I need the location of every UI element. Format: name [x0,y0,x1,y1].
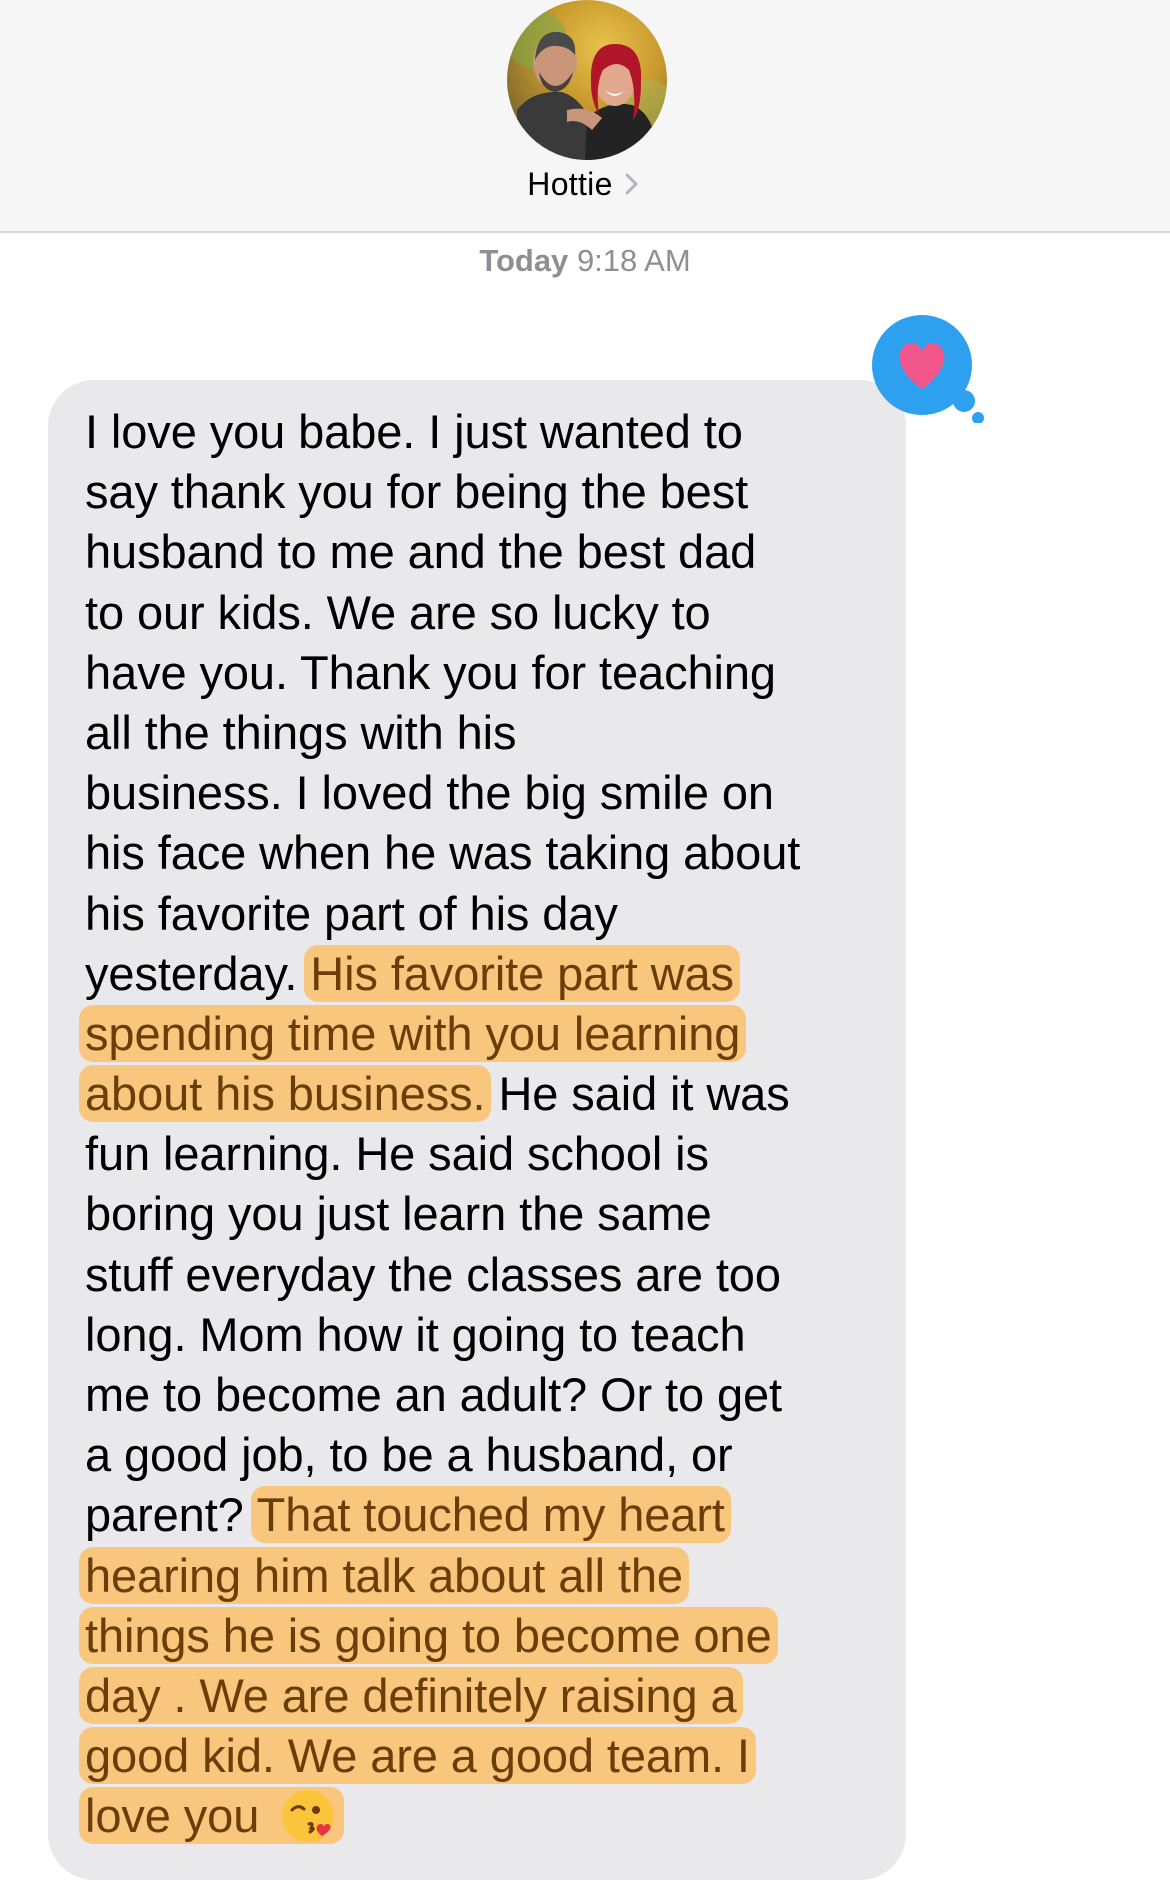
message-timestamp: Today 9:18 AM [0,243,1170,279]
heart-tapback-icon[interactable] [870,313,990,423]
message-line: long. Mom how it going to teach [85,1305,885,1365]
message-line: his favorite part of his day [85,884,885,944]
message-text-segment: boring you just learn the same [85,1187,712,1241]
message-text-segment: He said it was [485,1067,790,1121]
highlighted-text: good kid. We are a good team. I [79,1727,756,1785]
highlighted-text: hearing him talk about all the [79,1546,689,1604]
timestamp-day: Today [479,243,569,278]
message-text-segment: stuff everyday the classes are too [85,1247,781,1301]
message-text: I love you babe. I just wanted to say tha… [79,402,885,1847]
contact-avatar[interactable] [507,0,667,160]
conversation-header: Hottie [0,0,1170,233]
face-blowing-a-kiss-emoji [282,1789,335,1842]
contact-name[interactable]: Hottie [527,166,612,203]
message-line: yesterday. His favorite part was [85,944,885,1004]
message-line: a good job, to be a husband, or [85,1425,885,1485]
chevron-right-icon [625,173,638,195]
message-line: his face when he was taking about [85,823,885,883]
message-text-segment: say thank you for being the best [85,465,749,519]
message-line: I love you babe. I just wanted to [85,402,885,462]
message-line: love you [79,1786,885,1846]
message-text-segment: a good job, to be a husband, or [85,1428,733,1482]
message-text-segment: long. Mom how it going to teach [85,1307,746,1361]
message-line: all the things with his [85,703,885,763]
message-line: say thank you for being the best [85,462,885,522]
highlighted-text: love you [79,1787,345,1845]
message-text-segment: fun learning. He said school is [85,1127,709,1181]
message-text-segment: his favorite part of his day [85,886,618,940]
message-text-segment: parent? [85,1488,257,1542]
message-line: hearing him talk about all the [79,1546,885,1606]
message-text-segment: to our kids. We are so lucky to [85,585,711,639]
message-line: parent? That touched my heart [85,1485,885,1545]
timestamp-time: 9:18 AM [576,243,691,278]
message-text-segment: business. I loved the big smile on [85,766,774,820]
message-text-segment: his face when he was taking about [85,826,801,880]
message-text-segment: have you. Thank you for teaching [85,645,776,699]
message-line: about his business. He said it was [79,1064,885,1124]
message-line: day . We are definitely raising a [79,1666,885,1726]
message-line: things he is going to become one [79,1606,885,1666]
message-line: fun learning. He said school is [85,1124,885,1184]
highlighted-text: That touched my heart [250,1486,731,1544]
message-line: business. I loved the big smile on [85,763,885,823]
highlighted-text: spending time with you learning [79,1004,747,1062]
contact-name-row[interactable]: Hottie [0,162,1170,206]
message-line: good kid. We are a good team. I [79,1726,885,1786]
message-line: me to become an adult? Or to get [85,1365,885,1425]
message-line: husband to me and the best dad [85,522,885,582]
message-text-segment: husband to me and the best dad [85,525,757,579]
highlighted-text: His favorite part was [304,944,740,1002]
message-text-segment: me to become an adult? Or to get [85,1368,782,1421]
highlighted-text: day . We are definitely raising a [79,1666,743,1724]
message-line: to our kids. We are so lucky to [85,583,885,643]
message-line: stuff everyday the classes are too [85,1245,885,1305]
highlighted-text: things he is going to become one [79,1606,778,1664]
message-line: boring you just learn the same [85,1184,885,1244]
message-line: have you. Thank you for teaching [85,643,885,703]
message-line: spending time with you learning [79,1004,885,1064]
message-text-segment: yesterday. [85,946,311,1000]
message-text-segment: all the things with his [85,705,517,759]
contact-photo [507,0,667,160]
highlighted-text: about his business. [79,1065,492,1123]
message-text-segment: I love you babe. I just wanted to [85,405,743,458]
